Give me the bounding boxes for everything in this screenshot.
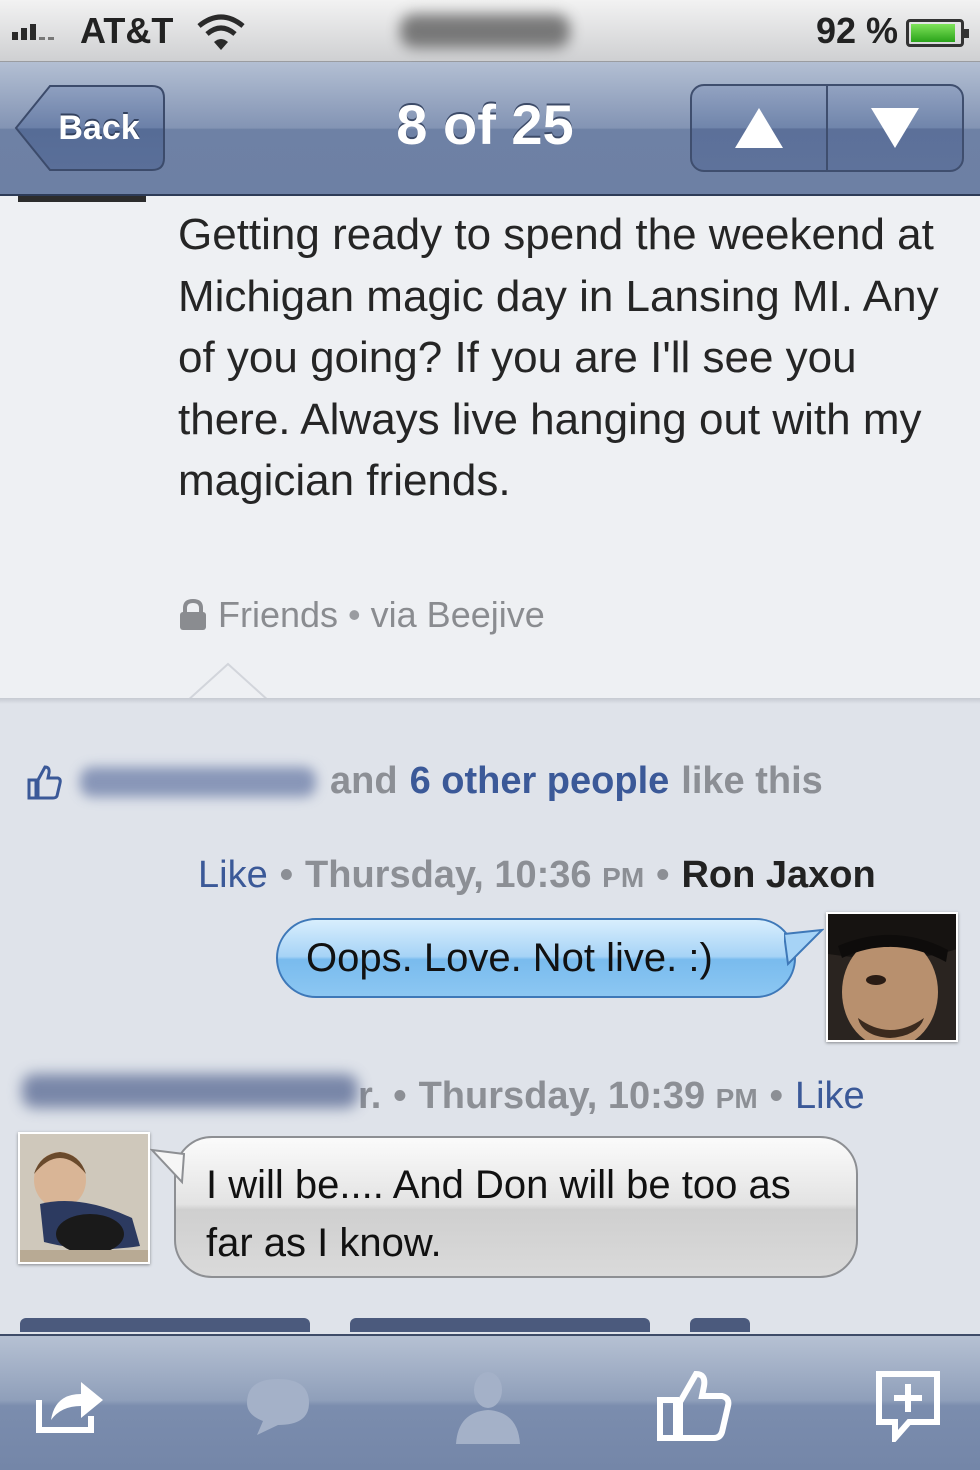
status-post: Getting ready to spend the weekend at Mi… xyxy=(0,196,980,702)
next-comment-meta-clipped xyxy=(20,1318,960,1332)
battery-icon xyxy=(906,19,969,47)
comment-like-link[interactable]: Like xyxy=(198,854,268,897)
other-people-link[interactable]: 6 other people xyxy=(410,760,670,803)
wifi-icon xyxy=(197,14,245,50)
carrier-name: AT&T xyxy=(80,10,174,51)
comment-day: Thursday, xyxy=(305,854,484,896)
comment-day: Thursday, xyxy=(418,1075,598,1117)
meta-separator: • xyxy=(279,854,294,896)
comment-author-redacted[interactable] xyxy=(22,1074,358,1108)
comment-text: I will be.... And Don will be too as far… xyxy=(206,1163,791,1265)
commenter-photo xyxy=(20,1134,148,1262)
comment-bubble: Oops. Love. Not live. :) xyxy=(276,918,824,998)
add-comment-button[interactable] xyxy=(870,1368,946,1444)
post-divider xyxy=(0,698,980,704)
like-button[interactable] xyxy=(656,1368,732,1444)
previous-item-button[interactable] xyxy=(692,86,826,170)
down-arrow-icon xyxy=(871,108,919,148)
page-title: 8 of 25 xyxy=(396,93,574,156)
likes-suffix: like this xyxy=(681,760,823,802)
post-text: Getting ready to spend the weekend at Mi… xyxy=(178,210,939,505)
post-meta: Friends • via Beejive xyxy=(178,594,545,636)
comment-icon xyxy=(247,1379,309,1435)
ron-jaxon-photo xyxy=(828,914,956,1040)
comment-text: Oops. Love. Not live. :) xyxy=(306,935,713,980)
comment-like-link[interactable]: Like xyxy=(795,1075,865,1118)
status-clock-redacted xyxy=(400,14,570,48)
navigation-bar: Back 8 of 25 xyxy=(0,62,980,196)
up-arrow-icon xyxy=(735,108,783,148)
comment-meta: r. • Thursday, 10:39 PM • Like xyxy=(22,1074,865,1118)
share-icon xyxy=(36,1382,103,1433)
back-button-label: Back xyxy=(58,108,140,147)
prev-next-control xyxy=(690,84,964,172)
status-bar: AT&T 92 % xyxy=(0,0,980,62)
bubble-tail xyxy=(150,1148,186,1185)
bubble-tail xyxy=(784,928,824,967)
comment-meta: Like • Thursday, 10:36 PM • Ron Jaxon xyxy=(198,854,876,897)
thumbs-up-icon xyxy=(27,764,62,799)
back-button[interactable]: Back xyxy=(14,84,166,172)
comment-author[interactable]: Ron Jaxon xyxy=(681,854,875,897)
signal-strength-icon xyxy=(12,24,54,40)
profile-button[interactable] xyxy=(450,1368,526,1444)
comment-time: 10:39 xyxy=(607,1075,706,1117)
likes-summary: and 6 other people like this xyxy=(26,760,823,803)
avatar[interactable] xyxy=(18,1132,150,1264)
share-button[interactable] xyxy=(32,1368,108,1444)
battery-level-fill xyxy=(911,24,955,42)
comment-author-suffix: r. xyxy=(358,1075,382,1117)
bottom-toolbar xyxy=(0,1334,980,1470)
add-comment-icon xyxy=(876,1371,940,1442)
meta-separator: • xyxy=(656,854,670,896)
comment-time: 10:36 xyxy=(494,854,592,896)
post-source: via Beejive xyxy=(370,594,545,635)
like-icon xyxy=(657,1370,732,1441)
lock-icon xyxy=(180,599,206,630)
liker-name-redacted[interactable] xyxy=(80,766,316,797)
meta-separator: • xyxy=(769,1075,783,1117)
meta-separator: • xyxy=(393,1075,407,1117)
poster-avatar xyxy=(18,196,146,202)
battery-percent: 92 % xyxy=(816,10,899,51)
likes-connector: and xyxy=(330,760,398,802)
comment-ampm: PM xyxy=(715,1083,758,1114)
comment-button[interactable] xyxy=(240,1368,316,1444)
avatar[interactable] xyxy=(826,912,958,1042)
meta-separator: • xyxy=(348,594,361,635)
next-item-button[interactable] xyxy=(826,86,962,170)
comment-ampm: PM xyxy=(602,862,645,893)
profile-icon xyxy=(456,1372,520,1444)
privacy-label: Friends xyxy=(218,594,339,635)
comment-bubble: I will be.... And Don will be too as far… xyxy=(150,1136,858,1278)
